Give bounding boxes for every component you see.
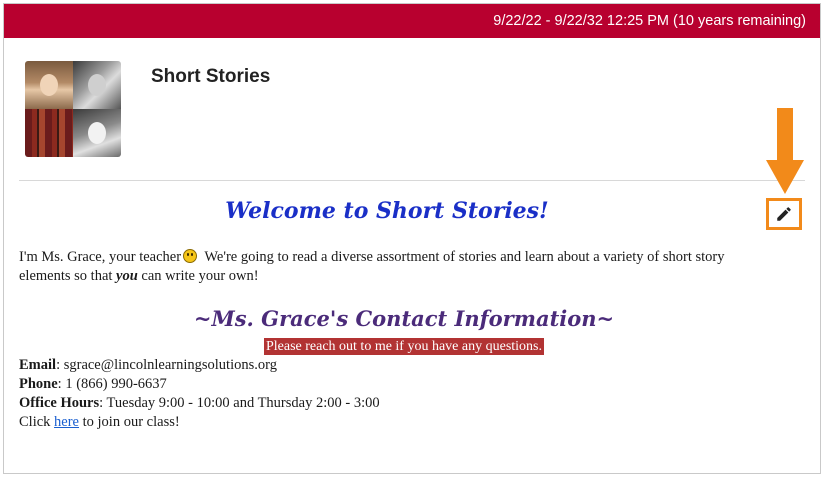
down-arrow-icon bbox=[766, 108, 804, 194]
intro-text: can write your own! bbox=[137, 268, 259, 284]
intro-emphasis: you bbox=[116, 268, 138, 284]
edit-button[interactable] bbox=[766, 198, 802, 230]
portrait-tile bbox=[73, 109, 121, 157]
portrait-tile bbox=[25, 61, 73, 109]
date-range-text: 9/22/22 - 9/22/32 12:25 PM (10 years rem… bbox=[493, 13, 806, 29]
phone-line: Phone: 1 (866) 990-6637 bbox=[19, 376, 167, 392]
date-range-banner: 9/22/22 - 9/22/32 12:25 PM (10 years rem… bbox=[4, 4, 820, 38]
books-tile bbox=[25, 109, 73, 157]
office-hours-line: Office Hours: Tuesday 9:00 - 10:00 and T… bbox=[19, 395, 380, 411]
intro-text: I'm Ms. Grace, your teacher bbox=[19, 249, 182, 265]
intro-paragraph: I'm Ms. Grace, your teacher We're going … bbox=[19, 248, 759, 286]
smiley-icon bbox=[183, 249, 198, 263]
course-thumbnail[interactable] bbox=[25, 61, 121, 157]
contact-info: Email: sgrace@lincolnlearningsolutions.o… bbox=[19, 356, 719, 432]
course-title[interactable]: Short Stories bbox=[151, 66, 270, 88]
pencil-icon bbox=[777, 207, 791, 221]
welcome-heading: Welcome to Short Stories! bbox=[225, 198, 549, 224]
join-class-line: Click here to join our class! bbox=[19, 414, 180, 430]
email-line: Email: sgrace@lincolnlearningsolutions.o… bbox=[19, 357, 277, 373]
divider bbox=[19, 180, 805, 181]
portrait-tile bbox=[73, 61, 121, 109]
join-class-link[interactable]: here bbox=[54, 414, 79, 430]
contact-notice: Please reach out to me if you have any q… bbox=[263, 338, 545, 355]
contact-heading: ~Ms. Grace's Contact Information~ bbox=[193, 306, 615, 331]
